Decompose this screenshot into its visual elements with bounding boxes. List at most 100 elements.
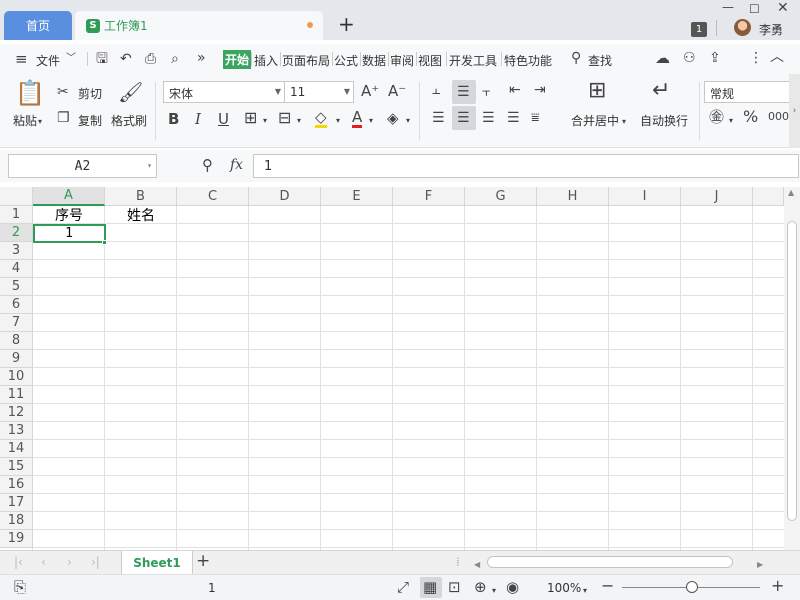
row-header-11[interactable]: 11: [0, 386, 33, 404]
cell-b1[interactable]: 姓名: [105, 206, 177, 224]
column-header-i[interactable]: I: [609, 187, 681, 206]
menu-developer[interactable]: 开发工具: [449, 52, 497, 69]
ribbon-scroll-right-icon[interactable]: ›: [789, 74, 800, 148]
zoom-slider-handle[interactable]: [686, 581, 698, 593]
format-painter-button[interactable]: 格式刷: [111, 112, 147, 129]
next-sheet-icon[interactable]: ›: [67, 554, 72, 570]
row-header-6[interactable]: 6: [0, 296, 33, 314]
print-icon[interactable]: ⎙: [145, 51, 156, 67]
thousands-icon[interactable]: 000: [768, 109, 789, 125]
chevron-down-icon[interactable]: ▾: [492, 583, 496, 599]
user-name[interactable]: 李勇: [759, 21, 783, 38]
font-size-select[interactable]: 11 ▼: [284, 81, 354, 103]
conditional-border-icon[interactable]: ⊟: [278, 110, 291, 126]
column-header-c[interactable]: C: [177, 187, 249, 206]
share-icon[interactable]: ⇪: [709, 50, 721, 66]
currency-icon[interactable]: ㊎: [709, 109, 724, 125]
cut-button[interactable]: 剪切: [78, 85, 102, 102]
window-count-badge[interactable]: 1: [691, 22, 707, 37]
menu-page-layout[interactable]: 页面布局: [282, 52, 330, 69]
column-header-b[interactable]: B: [105, 187, 177, 206]
chevron-down-icon[interactable]: ﹀: [66, 51, 76, 67]
bold-icon[interactable]: B: [168, 111, 179, 127]
row-header-10[interactable]: 10: [0, 368, 33, 386]
align-bottom-icon[interactable]: ⫟: [482, 84, 490, 100]
collaborate-icon[interactable]: ⚇: [683, 50, 696, 66]
first-sheet-icon[interactable]: |‹: [14, 554, 23, 570]
column-header-partial[interactable]: [753, 187, 784, 206]
chevron-down-icon[interactable]: ▾: [369, 113, 373, 129]
scroll-thumb[interactable]: [787, 221, 797, 521]
paste-button[interactable]: 粘贴: [13, 112, 37, 129]
row-header-2[interactable]: 2: [0, 224, 33, 242]
sheet-tab-sheet1[interactable]: Sheet1: [121, 551, 193, 574]
search-button[interactable]: 查找: [588, 52, 612, 69]
hamburger-icon[interactable]: ≡: [15, 51, 28, 67]
eraser-icon[interactable]: ◈: [387, 110, 399, 126]
collapse-ribbon-icon[interactable]: ︿: [770, 49, 784, 65]
menu-data[interactable]: 数据: [362, 52, 386, 69]
column-header-j[interactable]: J: [681, 187, 753, 206]
row-header-17[interactable]: 17: [0, 494, 33, 512]
border-icon[interactable]: ⊞: [244, 110, 257, 126]
column-header-g[interactable]: G: [465, 187, 537, 206]
zoom-formula-icon[interactable]: ⚲: [202, 157, 213, 173]
chevron-down-icon[interactable]: ▾: [263, 113, 267, 129]
row-header-18[interactable]: 18: [0, 512, 33, 530]
prev-sheet-icon[interactable]: ‹: [41, 554, 46, 570]
tab-home[interactable]: 首页: [4, 11, 72, 40]
increase-font-icon[interactable]: A⁺: [361, 83, 379, 99]
distributed-align-icon[interactable]: ⩸: [531, 110, 540, 126]
close-icon[interactable]: ✕: [777, 0, 789, 16]
page-break-view-icon[interactable]: ⊡: [448, 579, 461, 595]
wrap-text-icon[interactable]: ↵: [652, 80, 670, 102]
chevron-down-icon[interactable]: ▾: [729, 113, 733, 129]
menu-special[interactable]: 特色功能: [504, 52, 552, 69]
spreadsheet-grid[interactable]: A B C D E F G H I J 1 2 3 4 5 6 7 8 9 10…: [0, 187, 800, 550]
underline-icon[interactable]: U: [218, 111, 229, 127]
normal-view-icon[interactable]: ▦: [423, 579, 437, 595]
menu-formulas[interactable]: 公式: [334, 52, 358, 69]
cell-reference-box[interactable]: A2 ▾: [8, 154, 157, 178]
row-header-12[interactable]: 12: [0, 404, 33, 422]
scroll-left-icon[interactable]: ◀: [474, 557, 480, 573]
menu-view[interactable]: 视图: [418, 52, 442, 69]
row-header-1[interactable]: 1: [0, 206, 33, 224]
last-sheet-icon[interactable]: ›|: [91, 554, 100, 570]
row-header-3[interactable]: 3: [0, 242, 33, 260]
horizontal-scroll-thumb[interactable]: [487, 556, 733, 568]
menu-start[interactable]: 开始: [223, 50, 252, 69]
function-icon[interactable]: fx: [230, 157, 243, 173]
chevron-down-icon[interactable]: ▾: [406, 113, 410, 129]
minimize-icon[interactable]: —: [722, 0, 734, 14]
paste-icon[interactable]: 📋: [15, 81, 45, 105]
fill-handle[interactable]: [102, 240, 107, 245]
chevron-down-icon[interactable]: ▾: [38, 114, 42, 130]
percent-icon[interactable]: %: [743, 109, 758, 125]
wrap-text-button[interactable]: 自动换行: [640, 112, 688, 129]
font-name-select[interactable]: 宋体 ▼: [163, 81, 285, 103]
row-header-9[interactable]: 9: [0, 350, 33, 368]
avatar[interactable]: [734, 19, 751, 36]
row-header-13[interactable]: 13: [0, 422, 33, 440]
zoom-in-icon[interactable]: +: [771, 578, 784, 594]
reading-mode-icon[interactable]: ⊕: [474, 579, 487, 595]
row-header-7[interactable]: 7: [0, 314, 33, 332]
menu-insert[interactable]: 插入: [254, 52, 278, 69]
align-right-icon[interactable]: ☰: [482, 110, 495, 126]
italic-icon[interactable]: I: [195, 111, 201, 127]
decrease-indent-icon[interactable]: ⇤: [509, 82, 521, 98]
save-icon[interactable]: 🖫: [96, 51, 108, 67]
column-header-e[interactable]: E: [321, 187, 393, 206]
vertical-scrollbar[interactable]: ▲: [784, 187, 800, 550]
number-format-select[interactable]: 常规: [704, 81, 790, 103]
merge-center-icon[interactable]: ⊞: [588, 80, 606, 102]
format-painter-icon[interactable]: 🖌: [118, 82, 143, 102]
fullscreen-icon[interactable]: ⤢: [397, 579, 409, 595]
justify-icon[interactable]: ☰: [507, 110, 520, 126]
chevron-down-icon[interactable]: ▾: [583, 583, 587, 599]
column-header-h[interactable]: H: [537, 187, 609, 206]
cloud-icon[interactable]: ☁: [655, 50, 670, 66]
column-header-a[interactable]: A: [33, 187, 105, 206]
select-all-corner[interactable]: [0, 187, 33, 206]
